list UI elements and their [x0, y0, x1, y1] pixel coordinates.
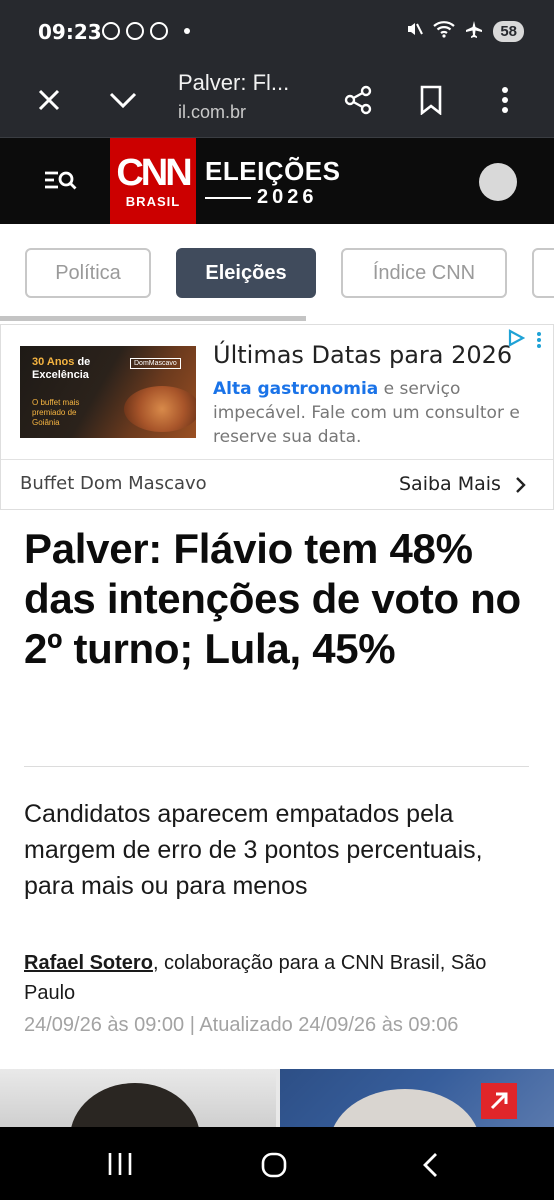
- ad-image-subtext: O buffet mais premiado de Goiânia: [32, 398, 80, 427]
- ad-divider: [1, 459, 553, 460]
- chrome-icon: [150, 22, 168, 40]
- airplane-icon: [465, 20, 483, 42]
- article-byline: Rafael Sotero, colaboração para a CNN Br…: [24, 948, 529, 1008]
- dot-icon: [184, 28, 190, 34]
- back-icon[interactable]: [420, 1151, 440, 1179]
- status-time: 09:23: [38, 20, 102, 44]
- elections-year: 2026: [257, 186, 318, 208]
- ad-image-brand: DomMascavo: [130, 358, 181, 369]
- home-icon[interactable]: [260, 1151, 288, 1179]
- article-photo[interactable]: [0, 1069, 554, 1127]
- chevron-right-icon[interactable]: [515, 476, 527, 494]
- tab-next-partial[interactable]: [532, 248, 554, 298]
- tab-indice-cnn[interactable]: Índice CNN: [341, 248, 507, 298]
- page-url[interactable]: il.com.br: [178, 102, 246, 123]
- recents-icon[interactable]: [106, 1151, 134, 1177]
- battery-indicator: 58: [493, 20, 524, 42]
- user-avatar[interactable]: [479, 163, 517, 201]
- system-navigation-bar: [0, 1127, 554, 1200]
- elections-logo-line: [205, 196, 251, 199]
- food-plate-image: [124, 386, 196, 432]
- ad-headline[interactable]: Últimas Datas para 2026: [213, 341, 512, 369]
- article-headline: Palver: Flávio tem 48% das intenções de …: [24, 525, 521, 672]
- chat-icon: [126, 22, 144, 40]
- adchoices-icon[interactable]: [507, 329, 526, 347]
- notification-icons: [102, 22, 190, 40]
- article-dateline: 24/09/26 às 09:00 | Atualizado 24/09/26 …: [24, 1014, 459, 1036]
- tab-eleicoes[interactable]: Eleições: [176, 248, 316, 298]
- ad-image-text: 30 Anos de Excelência: [32, 356, 91, 381]
- cnn-brasil-logo[interactable]: CNN BRASIL: [110, 138, 196, 224]
- site-header: CNN BRASIL ELEIÇÕES 2026: [0, 138, 554, 224]
- ad-advertiser[interactable]: Buffet Dom Mascavo: [20, 473, 207, 494]
- system-icons: 58: [405, 20, 524, 42]
- status-bar: 09:23 58: [0, 0, 554, 64]
- ad-cta-button[interactable]: Saiba Mais: [399, 473, 501, 495]
- bookmark-icon[interactable]: [409, 78, 453, 122]
- elections-section-logo[interactable]: ELEIÇÕES 2026: [205, 158, 340, 209]
- ad-more-icon[interactable]: [536, 331, 542, 349]
- logo-cnn-text: CNN: [116, 152, 192, 194]
- author-link[interactable]: Rafael Sotero: [24, 952, 153, 974]
- article-subheadline: Candidatos aparecem empatados pela marge…: [24, 800, 483, 900]
- wifi-icon: [433, 20, 456, 42]
- chevron-down-icon[interactable]: [101, 78, 145, 122]
- more-vert-icon[interactable]: [483, 78, 527, 122]
- divider: [24, 766, 529, 767]
- ad-banner[interactable]: 30 Anos de Excelência O buffet mais premia…: [0, 324, 554, 510]
- page-title[interactable]: Palver: Fl...: [178, 70, 318, 96]
- tabs-scrollbar[interactable]: [0, 316, 306, 321]
- whatsapp-icon: [102, 22, 120, 40]
- logo-brasil-text: BRASIL: [125, 194, 181, 209]
- ad-body[interactable]: Alta gastronomia e serviço impecável. Fa…: [213, 377, 533, 449]
- mute-icon: [405, 20, 424, 42]
- menu-search-icon[interactable]: [40, 166, 80, 196]
- browser-toolbar: Palver: Fl... il.com.br: [0, 64, 554, 138]
- tab-politica[interactable]: Política: [25, 248, 151, 298]
- elections-title: ELEIÇÕES: [205, 156, 341, 186]
- expand-icon[interactable]: [481, 1083, 517, 1119]
- close-icon[interactable]: [27, 78, 71, 122]
- share-icon[interactable]: [336, 78, 380, 122]
- ad-image[interactable]: 30 Anos de Excelência O buffet mais premia…: [20, 346, 196, 438]
- section-tabs: Política Eleições Índice CNN: [0, 224, 554, 324]
